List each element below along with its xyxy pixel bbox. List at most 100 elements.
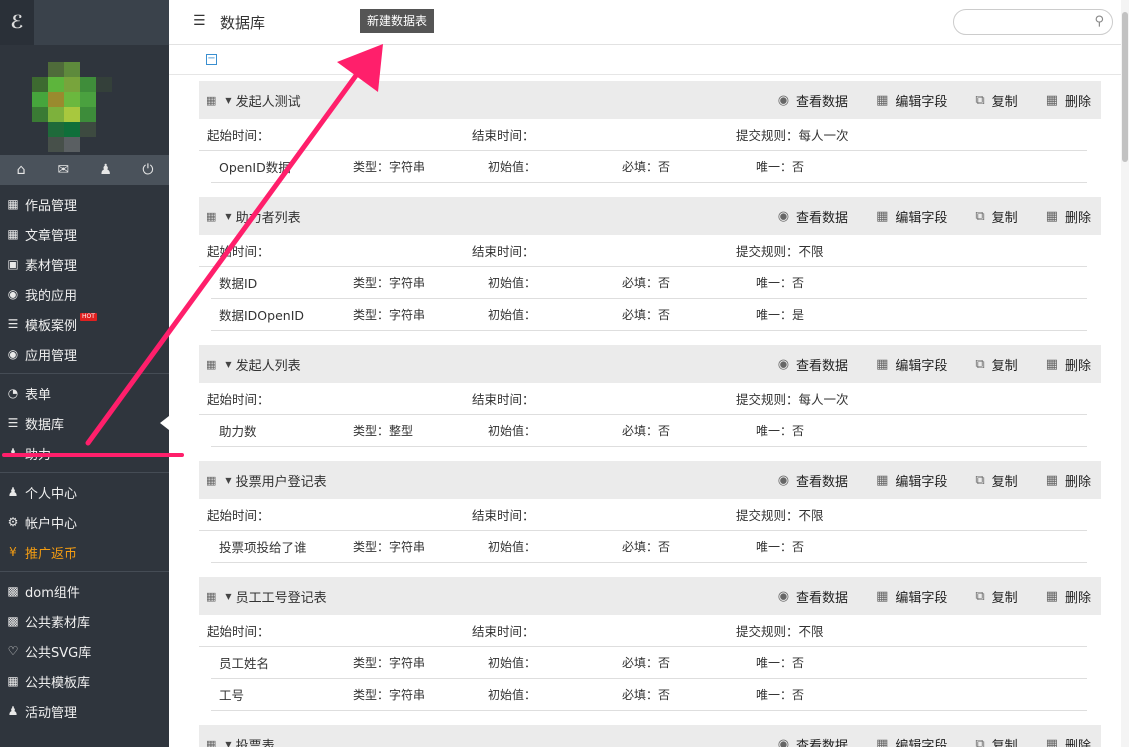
type-value: 字符串 (389, 308, 426, 322)
start-time-label: 起始时间： (207, 244, 270, 259)
sidebar: ℰ ⌂ ✉ ♟ ⏻ ▦ 作品管理 ▦ 文章管理 ▣ 素材管理 ◉ 我的应用 ☰ 模板案例 H… (0, 0, 169, 747)
user-icon[interactable]: ♟ (85, 162, 127, 178)
copy-icon: ⧉ (975, 472, 985, 488)
app-icon: ◉ (7, 287, 19, 301)
delete-button[interactable]: ▦ 删除 (1046, 91, 1091, 110)
sidebar-item-events[interactable]: ♟ 活动管理 (0, 696, 169, 726)
copy-button[interactable]: ⧉ 复制 (975, 91, 1017, 110)
database-table: ▦ ▼ 投票表 ◉ 查看数据 ▦ 编辑字段 ⧉ 复制 ▦ 删除 (199, 725, 1101, 747)
sidebar-item-account[interactable]: ⚙ 帐户中心 (0, 507, 169, 537)
sidebar-item-my-apps[interactable]: ◉ 我的应用 (0, 279, 169, 309)
sidebar-item-profile[interactable]: ♟ 个人中心 (0, 477, 169, 507)
sidebar-item-dom-components[interactable]: ▩ dom组件 (0, 576, 169, 606)
sidebar-item-promotion[interactable]: ¥ 推广返币 (0, 537, 169, 567)
sidebar-item-label: 助力 (25, 447, 52, 463)
sidebar-section-account: ♟ 个人中心 ⚙ 帐户中心 ¥ 推广返币 (0, 473, 169, 572)
edit-fields-button[interactable]: ▦ 编辑字段 (876, 91, 947, 110)
page-scrollbar[interactable] (1121, 0, 1129, 747)
field-name: 数据ID (219, 276, 258, 291)
table-name[interactable]: 投票表 (236, 735, 275, 747)
trash-icon: ▦ (1045, 472, 1058, 488)
delete-button[interactable]: ▦ 删除 (1046, 587, 1091, 606)
home-icon[interactable]: ⌂ (0, 162, 42, 178)
start-time-label: 起始时间： (207, 392, 270, 407)
logo[interactable]: ℰ (0, 0, 34, 45)
copy-button[interactable]: ⧉ 复制 (975, 355, 1017, 374)
caret-down-icon[interactable]: ▼ (225, 212, 231, 221)
delete-button[interactable]: ▦ 删除 (1046, 355, 1091, 374)
sidebar-item-database[interactable]: ☰ 数据库 (0, 408, 169, 438)
type-label: 类型： (353, 424, 390, 438)
unique-value: 否 (792, 540, 805, 554)
copy-button[interactable]: ⧉ 复制 (975, 471, 1017, 490)
table-name[interactable]: 员工工号登记表 (236, 587, 327, 606)
copy-icon: ⧉ (975, 208, 985, 224)
action-label: 删除 (1064, 474, 1091, 490)
copy-button[interactable]: ⧉ 复制 (975, 735, 1017, 747)
field-required: 必填：否 (622, 422, 670, 439)
collapse-all-button[interactable]: − (206, 54, 217, 65)
view-data-button[interactable]: ◉ 查看数据 (778, 471, 848, 490)
sidebar-item-app-manage[interactable]: ◉ 应用管理 (0, 339, 169, 369)
view-data-button[interactable]: ◉ 查看数据 (778, 735, 848, 747)
view-data-button[interactable]: ◉ 查看数据 (778, 587, 848, 606)
avatar-area (0, 45, 169, 155)
delete-button[interactable]: ▦ 删除 (1046, 735, 1091, 747)
sidebar-item-forms[interactable]: ◔ 表单 (0, 378, 169, 408)
delete-button[interactable]: ▦ 删除 (1046, 471, 1091, 490)
new-table-button[interactable]: 新建数据表 (360, 9, 435, 33)
field-row: 投票项投给了谁 类型：字符串 初始值： 必填：否 唯一：否 (211, 531, 1087, 563)
sidebar-item-public-svg[interactable]: ♡ 公共SVG库 (0, 636, 169, 666)
sidebar-item-articles[interactable]: ▦ 文章管理 (0, 219, 169, 249)
sidebar-item-boost[interactable]: ♟ 助力 (0, 438, 169, 468)
sidebar-item-public-templates[interactable]: ▦ 公共模板库 (0, 666, 169, 696)
required-label: 必填： (622, 656, 659, 670)
rule-value: 不限 (798, 244, 824, 259)
type-label: 类型： (353, 308, 390, 322)
caret-down-icon[interactable]: ▼ (225, 592, 231, 601)
view-data-button[interactable]: ◉ 查看数据 (778, 355, 848, 374)
table-name[interactable]: 助力者列表 (236, 207, 301, 226)
action-label: 编辑字段 (895, 210, 948, 226)
edit-fields-button[interactable]: ▦ 编辑字段 (876, 207, 947, 226)
view-data-button[interactable]: ◉ 查看数据 (778, 91, 848, 110)
sidebar-item-public-assets[interactable]: ▩ 公共素材库 (0, 606, 169, 636)
scroll-thumb[interactable] (1122, 12, 1128, 162)
edit-fields-button[interactable]: ▦ 编辑字段 (876, 471, 947, 490)
avatar[interactable] (32, 62, 112, 152)
unique-label: 唯一： (756, 160, 793, 174)
caret-down-icon[interactable]: ▼ (225, 96, 231, 105)
field-name: 员工姓名 (219, 656, 270, 671)
caret-down-icon[interactable]: ▼ (225, 740, 231, 747)
action-label: 复制 (991, 210, 1018, 226)
view-data-button[interactable]: ◉ 查看数据 (778, 207, 848, 226)
sidebar-item-label: dom组件 (25, 585, 80, 601)
table-name[interactable]: 发起人列表 (236, 355, 301, 374)
edit-fields-button[interactable]: ▦ 编辑字段 (876, 587, 947, 606)
sidebar-item-templates[interactable]: ☰ 模板案例 HOT (0, 309, 169, 339)
trash-icon: ▦ (1045, 736, 1058, 747)
sidebar-item-label: 素材管理 (25, 258, 78, 274)
copy-icon: ⧉ (975, 356, 985, 372)
table-name[interactable]: 投票用户登记表 (236, 471, 327, 490)
power-icon[interactable]: ⏻ (127, 162, 169, 178)
search-input[interactable] (964, 10, 1094, 34)
rule-label: 提交规则： (736, 128, 799, 143)
copy-button[interactable]: ⧉ 复制 (975, 207, 1017, 226)
edit-fields-button[interactable]: ▦ 编辑字段 (876, 735, 947, 747)
field-unique: 唯一：否 (756, 422, 804, 439)
action-label: 复制 (991, 590, 1018, 606)
unique-value: 否 (792, 688, 805, 702)
mail-icon[interactable]: ✉ (42, 162, 84, 178)
required-label: 必填： (622, 308, 659, 322)
sidebar-item-works[interactable]: ▦ 作品管理 (0, 189, 169, 219)
sidebar-item-assets[interactable]: ▣ 素材管理 (0, 249, 169, 279)
table-name[interactable]: 发起人测试 (236, 91, 301, 110)
search-icon[interactable]: ⚲ (1094, 14, 1104, 29)
required-label: 必填： (622, 424, 659, 438)
delete-button[interactable]: ▦ 删除 (1046, 207, 1091, 226)
edit-fields-button[interactable]: ▦ 编辑字段 (876, 355, 947, 374)
caret-down-icon[interactable]: ▼ (225, 360, 231, 369)
caret-down-icon[interactable]: ▼ (225, 476, 231, 485)
copy-button[interactable]: ⧉ 复制 (975, 587, 1017, 606)
